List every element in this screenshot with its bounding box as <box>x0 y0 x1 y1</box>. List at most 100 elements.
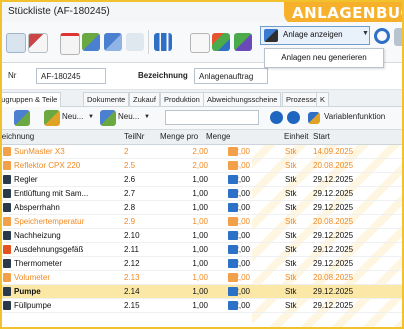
col-einheit[interactable]: Einheit <box>284 132 308 141</box>
col-menge[interactable]: Menge <box>206 132 230 141</box>
cell-start: 29.12.2025 <box>313 287 354 296</box>
part-new-icon[interactable] <box>100 110 116 126</box>
cell-einheit: Stk <box>285 161 297 170</box>
search-field[interactable] <box>165 110 259 125</box>
stock-icon <box>228 259 238 268</box>
table-row[interactable]: Entlüftung mit Sam... 2.7 1,00 2,00 Stk 29.12… <box>2 187 402 201</box>
tab-abweichungsscheine[interactable]: Abweichungsscheine <box>203 92 282 106</box>
cell-menge-pro: 2,00 <box>192 147 208 156</box>
cell-teilnr: 2.12 <box>124 259 140 268</box>
variable-icon <box>308 112 320 124</box>
gear-tree-icon[interactable] <box>234 33 252 51</box>
table-row[interactable]: Ausdehnungsgefäß 2.11 1,00 2,00 Stk 29.12.202… <box>2 243 402 257</box>
table-row[interactable]: Pumpe 2.14 1,00 2,00 Stk 29.12.2025 <box>2 285 402 299</box>
chart-icon[interactable] <box>154 33 172 51</box>
tree-move-icon[interactable] <box>104 33 122 51</box>
anlagen-neu-generieren-item[interactable]: Anlagen neu generieren <box>264 48 384 68</box>
component-icon <box>3 287 11 296</box>
col-teilnr[interactable]: TeilNr <box>124 132 144 141</box>
anlage-anzeigen-button[interactable]: Anlage anzeigen ▼ <box>260 26 370 45</box>
previous-icon[interactable] <box>270 111 283 124</box>
part-icon <box>3 161 11 170</box>
flowchart-icon[interactable] <box>212 33 230 51</box>
document-icon[interactable] <box>190 33 210 53</box>
col-start[interactable]: Start <box>313 132 330 141</box>
settings-icon[interactable] <box>394 28 402 46</box>
cell-bezeichnung: Speichertemperatur <box>14 217 85 226</box>
tree-expand-icon[interactable] <box>14 110 30 126</box>
component-icon <box>3 175 11 184</box>
table-row[interactable]: Absperrhahn 2.8 1,00 2,00 Stk 29.12.2025 <box>2 201 402 215</box>
component-icon <box>3 189 11 198</box>
chevron-down-icon[interactable]: ▼ <box>362 30 369 37</box>
cell-menge-pro: 1,00 <box>192 245 208 254</box>
window: Stückliste (AF-180245) ANLAGENBUCH Anlag… <box>0 0 404 329</box>
cell-einheit: Stk <box>285 217 297 226</box>
next-icon[interactable] <box>287 111 300 124</box>
table-row[interactable]: Speichertemperatur 2.9 1,00 2,00 Stk 20.08.20… <box>2 215 402 229</box>
table-row[interactable]: Regler 2.6 1,00 2,00 Stk 29.12.2025 <box>2 173 402 187</box>
tree-add-icon[interactable] <box>82 33 100 51</box>
cell-menge-pro: 1,00 <box>192 203 208 212</box>
window-title: Stückliste (AF-180245) <box>8 6 110 17</box>
stock-icon <box>228 245 238 254</box>
cell-einheit: Stk <box>285 147 297 156</box>
cell-einheit: Stk <box>285 301 297 310</box>
table-row[interactable]: SunMaster X3 2 2,00 2,00 Stk 14.09.2025 <box>2 145 402 159</box>
arrow-down-icon[interactable] <box>126 33 144 51</box>
structure-icon[interactable] <box>28 33 48 53</box>
cell-start: 20.08.2025 <box>313 273 354 282</box>
table-row[interactable]: Reflektor CPX 220 2.5 2,00 4,00 Stk 20.08.202… <box>2 159 402 173</box>
neu-button-2[interactable]: Neu... <box>118 112 139 121</box>
cell-einheit: Stk <box>285 175 297 184</box>
cell-bezeichnung: Regler <box>14 175 38 184</box>
chevron-down-icon[interactable]: ▼ <box>88 114 94 120</box>
tab-produktion[interactable]: Produktion <box>160 92 204 106</box>
cell-teilnr: 2.8 <box>124 203 136 212</box>
table-row[interactable]: Thermometer 2.12 1,00 2,00 Stk 29.12.2025 <box>2 257 402 271</box>
chevron-down-icon[interactable]: ▼ <box>144 114 150 120</box>
cell-teilnr: 2.15 <box>124 301 140 310</box>
part-icon <box>3 273 11 282</box>
cell-bezeichnung: Füllpumpe <box>14 301 52 310</box>
stock-icon <box>228 287 238 296</box>
cell-einheit: Stk <box>285 231 297 240</box>
nr-field[interactable] <box>36 68 106 84</box>
table-row[interactable]: Füllpumpe 2.15 1,00 2,00 Stk 29.12.2025 <box>2 299 402 313</box>
bookmark-icon[interactable] <box>60 33 80 55</box>
component-new-icon[interactable] <box>44 110 60 126</box>
anlage-anzeigen-label: Anlage anzeigen <box>283 30 343 39</box>
table-row[interactable]: Volumeter 2.13 1,00 2,00 Stk 20.08.2025 <box>2 271 402 285</box>
cell-start: 29.12.2025 <box>313 301 354 310</box>
component-icon <box>3 203 11 212</box>
variablenfunktion-button[interactable]: Variablenfunktion <box>324 112 385 121</box>
tab-baugruppen[interactable]: Baugruppen & Teile <box>2 92 62 107</box>
tab-dokumente[interactable]: Dokumente <box>83 92 130 106</box>
cell-teilnr: 2.7 <box>124 189 136 198</box>
cell-bezeichnung: SunMaster X3 <box>14 147 65 156</box>
cell-menge-pro: 2,00 <box>192 161 208 170</box>
nr-label: Nr <box>8 71 17 80</box>
tab-zukauf[interactable]: Zukauf <box>129 92 160 106</box>
cell-bezeichnung: Ausdehnungsgefäß <box>14 245 84 254</box>
component-icon <box>3 301 11 310</box>
refresh-icon[interactable] <box>374 28 390 44</box>
tab-overflow[interactable]: K <box>316 92 330 106</box>
anlage-icon <box>264 29 278 42</box>
table-row[interactable]: Nachheizung 2.10 1,00 2,00 Stk 29.12.2025 <box>2 229 402 243</box>
save-icon[interactable] <box>6 33 26 53</box>
cell-teilnr: 2.9 <box>124 217 136 226</box>
cell-bezeichnung: Entlüftung mit Sam... <box>14 189 89 198</box>
sub-toolbar: Neu... ▼ Neu... ▼ Variablenfunktion <box>2 107 402 130</box>
stock-icon <box>228 203 238 212</box>
col-menge-pro[interactable]: Menge pro <box>160 132 198 141</box>
stock-icon <box>228 273 238 282</box>
neu-button-1[interactable]: Neu... <box>62 112 83 121</box>
bezeichnung-field[interactable] <box>194 68 268 84</box>
cell-bezeichnung: Absperrhahn <box>14 203 60 212</box>
stock-icon <box>228 231 238 240</box>
col-bezeichnung[interactable]: Bezeichnung <box>2 132 34 141</box>
stock-icon <box>228 189 238 198</box>
grid-header: Bezeichnung TeilNr Menge pro Menge Einhe… <box>2 130 402 145</box>
cell-start: 29.12.2025 <box>313 245 354 254</box>
